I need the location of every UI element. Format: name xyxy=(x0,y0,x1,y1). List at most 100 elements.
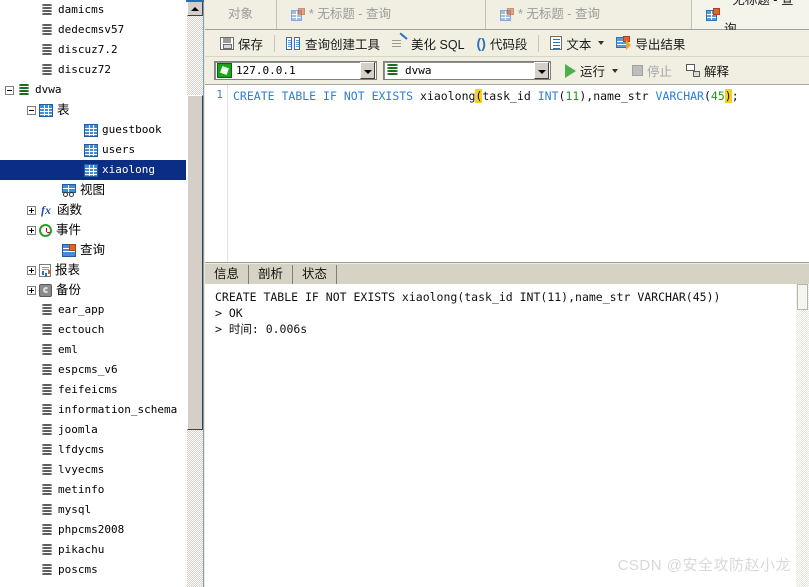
scrollbar-thumb[interactable] xyxy=(187,95,203,430)
tree-item-label: joomla xyxy=(58,423,98,436)
server-select[interactable]: 127.0.0.1 xyxy=(214,61,377,80)
chevron-down-icon[interactable] xyxy=(534,62,549,79)
text-view-button[interactable]: 文本 xyxy=(544,32,610,54)
expand-toggle[interactable] xyxy=(27,225,36,235)
chevron-down-icon[interactable] xyxy=(360,62,375,79)
tab-query-2[interactable]: * 无标题 - 查询 xyxy=(486,0,692,29)
tree-item-label: espcms_v6 xyxy=(58,363,118,376)
tree-item-feifeicms[interactable]: feifeicms xyxy=(0,380,186,400)
text-document-icon xyxy=(550,36,563,50)
tab-strip: 对象 * 无标题 - 查询 * 无标题 - 查询 * 无标题 - 查询 xyxy=(205,0,809,36)
tab-profile[interactable]: 剖析 xyxy=(249,265,294,284)
tree-item-eml[interactable]: eml xyxy=(0,340,186,360)
sql-token: ) xyxy=(724,89,732,103)
tree-item-label: lvyecms xyxy=(58,463,105,476)
results-tab-strip: 信息 剖析 状态 xyxy=(205,264,809,285)
tree-item-phpcms2008[interactable]: phpcms2008 xyxy=(0,520,186,540)
watermark: CSDN @安全攻防赵小龙 xyxy=(617,557,791,574)
query-toolbar: 保存 查询创建工具 美化 SQL () 代码段 文本 导出结果 xyxy=(205,30,809,57)
server-value: 127.0.0.1 xyxy=(236,64,296,77)
run-label: 运行 xyxy=(580,65,606,79)
tab-objects-label: 对象 xyxy=(227,7,253,21)
toolbar-separator xyxy=(274,34,276,52)
tree-item-users[interactable]: users xyxy=(0,140,186,160)
chevron-down-icon[interactable] xyxy=(598,41,605,45)
tree-item-label: users xyxy=(102,143,136,156)
tree-item-lvyecms[interactable]: lvyecms xyxy=(0,460,186,480)
tab-profile-label: 剖析 xyxy=(258,267,284,281)
tab-status[interactable]: 状态 xyxy=(293,265,338,284)
tree-item-information_schema[interactable]: information_schema xyxy=(0,400,186,420)
play-icon xyxy=(565,63,576,78)
tree-item-label: 事件 xyxy=(56,223,82,237)
database-select[interactable]: dvwa xyxy=(383,61,551,80)
save-button[interactable]: 保存 xyxy=(214,32,269,54)
database-icon xyxy=(40,483,54,497)
tree-item-视图[interactable]: 视图 xyxy=(0,180,186,200)
tree-item-espcms_v6[interactable]: espcms_v6 xyxy=(0,360,186,380)
tab-query-1-label: * 无标题 - 查询 xyxy=(309,7,391,21)
tree-item-dedecmsv57[interactable]: dedecmsv57 xyxy=(0,20,186,40)
tree-item-ectouch[interactable]: ectouch xyxy=(0,320,186,340)
tree-item-label: 视图 xyxy=(80,183,106,197)
tab-query-3-active[interactable]: * 无标题 - 查询 xyxy=(692,0,809,36)
tree-item-ear_app[interactable]: ear_app xyxy=(0,300,186,320)
query-builder-button[interactable]: 查询创建工具 xyxy=(280,32,386,54)
sql-token: TABLE xyxy=(281,89,317,103)
tree-item-label: ectouch xyxy=(58,323,105,336)
window-accent-line xyxy=(186,0,204,2)
stop-label: 停止 xyxy=(647,65,673,79)
tree-item-备份[interactable]: 备份 xyxy=(0,280,186,300)
tree-item-guestbook[interactable]: guestbook xyxy=(0,120,186,140)
scroll-up-arrow-icon[interactable] xyxy=(187,0,203,16)
collapse-toggle[interactable] xyxy=(27,105,36,115)
export-result-button[interactable]: 导出结果 xyxy=(610,32,691,54)
beautify-sql-button[interactable]: 美化 SQL xyxy=(386,32,471,54)
tree-item-mysql[interactable]: mysql xyxy=(0,500,186,520)
sql-token: IF xyxy=(323,89,337,103)
database-icon xyxy=(40,23,54,37)
expand-toggle[interactable] xyxy=(27,205,36,215)
tree-vertical-scrollbar[interactable] xyxy=(186,0,203,587)
tree-item-damicms[interactable]: damicms xyxy=(0,0,186,20)
tree-item-查询[interactable]: 查询 xyxy=(0,240,186,260)
tree-item-discuz7.2[interactable]: discuz7.2 xyxy=(0,40,186,60)
sql-code[interactable]: CREATE TABLE IF NOT EXISTS xiaolong (task… xyxy=(233,88,805,104)
database-tree[interactable]: damicms dedecmsv57 discuz7.2 discuz72 dvwa 表 g… xyxy=(0,0,186,587)
database-icon xyxy=(40,303,54,317)
tree-item-函数[interactable]: fx 函数 xyxy=(0,200,186,220)
expand-toggle[interactable] xyxy=(27,285,36,295)
explain-button[interactable]: 解释 xyxy=(684,61,731,80)
tab-info[interactable]: 信息 xyxy=(205,265,250,284)
tab-objects[interactable]: 对象 xyxy=(205,0,277,29)
sql-token: NOT xyxy=(343,89,365,103)
query-icon xyxy=(62,243,76,257)
toolbar-separator xyxy=(538,34,540,52)
results-vertical-scrollbar[interactable] xyxy=(796,284,809,587)
expand-toggle[interactable] xyxy=(27,265,36,275)
run-button[interactable]: 运行 xyxy=(563,61,620,80)
tree-item-joomla[interactable]: joomla xyxy=(0,420,186,440)
tree-item-metinfo[interactable]: metinfo xyxy=(0,480,186,500)
tree-item-xiaolong[interactable]: xiaolong xyxy=(0,160,186,180)
export-result-label: 导出结果 xyxy=(635,37,686,52)
tree-item-lfdycms[interactable]: lfdycms xyxy=(0,440,186,460)
chevron-down-icon[interactable] xyxy=(612,68,619,73)
tree-item-表[interactable]: 表 xyxy=(0,100,186,120)
tree-item-discuz72[interactable]: discuz72 xyxy=(0,60,186,80)
tree-item-dvwa[interactable]: dvwa xyxy=(0,80,186,100)
sql-editor[interactable]: 1 CREATE TABLE IF NOT EXISTS xiaolong (ta… xyxy=(205,85,809,263)
connection-bar: 127.0.0.1 dvwa 运行 停止 解释 xyxy=(205,57,809,85)
code-snippet-button[interactable]: () 代码段 xyxy=(471,32,534,54)
tree-item-label: eml xyxy=(58,343,78,356)
tree-item-报表[interactable]: 报表 xyxy=(0,260,186,280)
tree-item-label: mysql xyxy=(58,503,92,516)
scrollbar-thumb[interactable] xyxy=(797,284,808,310)
collapse-toggle[interactable] xyxy=(5,85,14,95)
database-icon xyxy=(386,63,401,78)
tree-item-pikachu[interactable]: pikachu xyxy=(0,540,186,560)
tab-query-1[interactable]: * 无标题 - 查询 xyxy=(277,0,486,29)
report-icon xyxy=(39,263,51,277)
tree-item-事件[interactable]: 事件 xyxy=(0,220,186,240)
tree-item-poscms[interactable]: poscms xyxy=(0,560,186,580)
